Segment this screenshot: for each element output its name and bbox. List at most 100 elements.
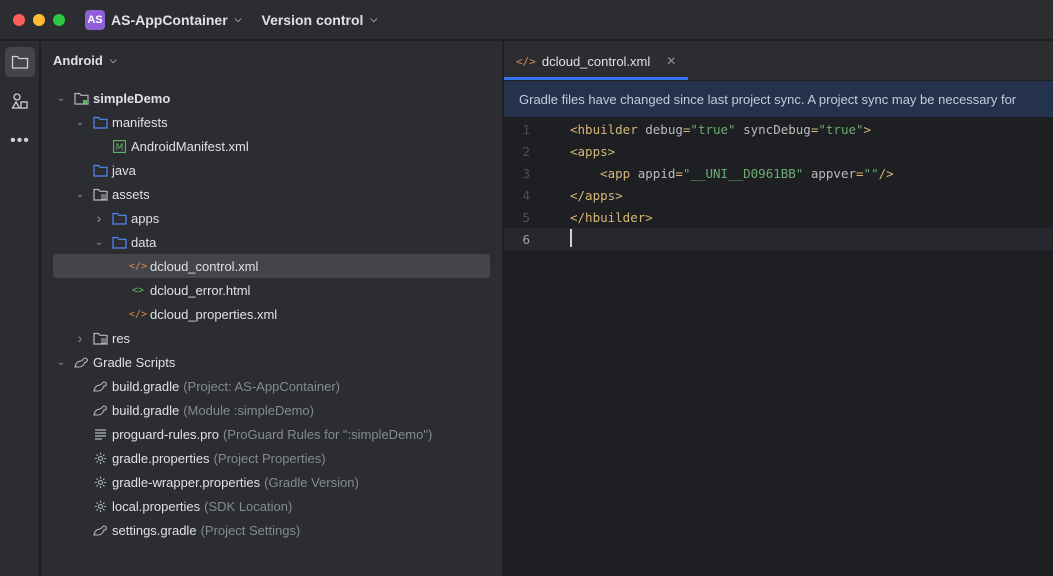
folder-icon (92, 114, 108, 130)
project-badge: AS (85, 9, 105, 30)
tree-item[interactable]: ⌄ assets (41, 182, 502, 206)
folder-icon (92, 162, 108, 178)
chevron-down-icon[interactable]: ⌄ (55, 357, 67, 368)
tree-item[interactable]: › res (41, 326, 502, 350)
assets-folder-icon (92, 186, 108, 202)
project-tool-button[interactable] (5, 47, 35, 77)
tree-item-hint: (SDK Location) (204, 498, 293, 514)
tree-item-label: gradle-wrapper.properties (112, 474, 261, 490)
text-cursor (570, 228, 572, 247)
tab-label: dcloud_control.xml (541, 53, 651, 69)
project-switcher[interactable]: AS-AppContainer ⌵ (111, 12, 242, 28)
tree-item-label: data (131, 234, 157, 250)
text-file-icon (92, 426, 108, 442)
tree-item-hint: (Project: AS-AppContainer) (183, 378, 341, 394)
code-text (570, 228, 572, 250)
tree-item[interactable]: ⌄ manifests (41, 110, 502, 134)
code-text: <hbuilder debug="true" syncDebug="true"> (570, 121, 872, 137)
tree-item-hint: (Gradle Version) (264, 474, 359, 490)
xml-icon: </> (516, 54, 536, 68)
zoom-window-button[interactable] (53, 13, 65, 26)
folder-icon (11, 55, 29, 69)
tree-item[interactable]: › apps (41, 206, 502, 230)
close-icon[interactable]: ✕ (666, 54, 676, 68)
tree-item-label: gradle.properties (112, 450, 210, 466)
tree-item[interactable]: build.gradle (Project: AS-AppContainer) (41, 374, 502, 398)
tree-item-hint: (Module :simpleDemo) (183, 402, 314, 418)
tree-item[interactable]: local.properties (SDK Location) (41, 494, 502, 518)
settings-gear-icon (92, 450, 108, 466)
tree-item-hint: (Project Settings) (200, 522, 301, 538)
chevron-down-icon[interactable]: ⌄ (74, 117, 86, 128)
banner-text: Gradle files have changed since last pro… (519, 91, 1017, 107)
tree-item-label: manifests (112, 114, 168, 130)
tree-item-label: build.gradle (112, 402, 180, 418)
tree-item[interactable]: ⌄ Gradle Scripts (41, 350, 502, 374)
code-line: 6 (504, 228, 1053, 250)
line-number: 3 (522, 165, 530, 181)
minimize-window-button[interactable] (33, 13, 45, 26)
chevron-down-icon[interactable]: ⌄ (93, 237, 105, 248)
code-line: 3 <app appid="__UNI__D0961BB" appver=""/… (504, 162, 1053, 184)
tree-item[interactable]: ⌄ data (41, 230, 502, 254)
line-number: 5 (522, 209, 530, 225)
tree-item[interactable]: proguard-rules.pro (ProGuard Rules for ":… (41, 422, 502, 446)
close-window-button[interactable] (13, 13, 25, 26)
project-panel: Android ⌵ ⌄ simpleDemo ⌄ manifests M AndroidM… (41, 41, 502, 576)
module-folder-icon (73, 90, 89, 106)
editor-area: </> dcloud_control.xml ✕ Gradle files ha… (503, 41, 1053, 576)
tree-item[interactable]: settings.gradle (Project Settings) (41, 518, 502, 542)
code-text: </apps> (570, 187, 623, 203)
chevron-down-icon: ⌵ (234, 14, 242, 24)
resource-manager-button[interactable] (5, 86, 35, 116)
tree-item[interactable]: java (41, 158, 502, 182)
code-text: <apps> (570, 143, 616, 159)
tree-item[interactable]: <> dcloud_error.html (41, 278, 502, 302)
chevron-down-icon[interactable]: ⌄ (55, 93, 67, 104)
gradle-icon (92, 522, 108, 538)
tree-item-label: res (112, 330, 131, 346)
tree-item-label: settings.gradle (112, 522, 197, 538)
chevron-down-icon: ⌵ (109, 55, 117, 65)
gradle-icon (92, 402, 108, 418)
gradle-icon (73, 354, 89, 370)
tree-item-hint: (ProGuard Rules for ":simpleDemo") (222, 426, 433, 442)
tree-item-label: AndroidManifest.xml (131, 138, 249, 154)
tree-item[interactable]: build.gradle (Module :simpleDemo) (41, 398, 502, 422)
tree-item[interactable]: </> dcloud_properties.xml (41, 302, 502, 326)
active-tab-indicator (504, 77, 688, 80)
tree-item[interactable]: M AndroidManifest.xml (41, 134, 502, 158)
tree-item[interactable]: gradle.properties (Project Properties) (41, 446, 502, 470)
settings-gear-icon (92, 474, 108, 490)
chevron-down-icon[interactable]: ⌄ (74, 189, 86, 200)
window-controls (13, 13, 65, 26)
project-view-selector[interactable]: Android ⌵ (53, 53, 117, 68)
more-tools-button[interactable]: ••• (5, 126, 35, 156)
tree-item-label: simpleDemo (93, 90, 171, 106)
svg-text:M: M (115, 143, 123, 153)
tree-item-label: dcloud_error.html (150, 282, 251, 298)
tree-item-label: dcloud_properties.xml (150, 306, 278, 322)
more-icon: ••• (10, 132, 30, 149)
tree-item[interactable]: ⌄ simpleDemo (41, 86, 502, 110)
tree-item-label: local.properties (112, 498, 201, 514)
tree-item[interactable]: </> dcloud_control.xml (53, 254, 490, 278)
line-number: 4 (522, 187, 530, 203)
line-number: 1 (522, 121, 530, 137)
code-text: <app appid="__UNI__D0961BB" appver=""/> (600, 165, 894, 181)
version-control-menu[interactable]: Version control ⌵ (262, 12, 378, 28)
tree-item[interactable]: gradle-wrapper.properties (Gradle Version… (41, 470, 502, 494)
chevron-right-icon[interactable]: › (93, 210, 105, 226)
manifest-icon: M (111, 138, 127, 154)
project-view-label: Android (53, 53, 103, 68)
project-name: AS-AppContainer (111, 11, 228, 28)
chevron-right-icon[interactable]: › (74, 330, 86, 346)
tree-item-label: assets (112, 186, 150, 202)
code-editor[interactable]: 1 <hbuilder debug="true" syncDebug="true"… (504, 118, 1053, 250)
tree-item-hint: (Project Properties) (213, 450, 326, 466)
project-tree: ⌄ simpleDemo ⌄ manifests M AndroidManifest.xm… (41, 86, 502, 542)
html-icon: <> (131, 284, 145, 296)
gradle-sync-banner: Gradle files have changed since last pro… (504, 81, 1053, 117)
tab-dcloud-control[interactable]: </> dcloud_control.xml ✕ (504, 41, 688, 81)
title-bar: AS AS-AppContainer ⌵ Version control ⌵ (0, 0, 1053, 40)
